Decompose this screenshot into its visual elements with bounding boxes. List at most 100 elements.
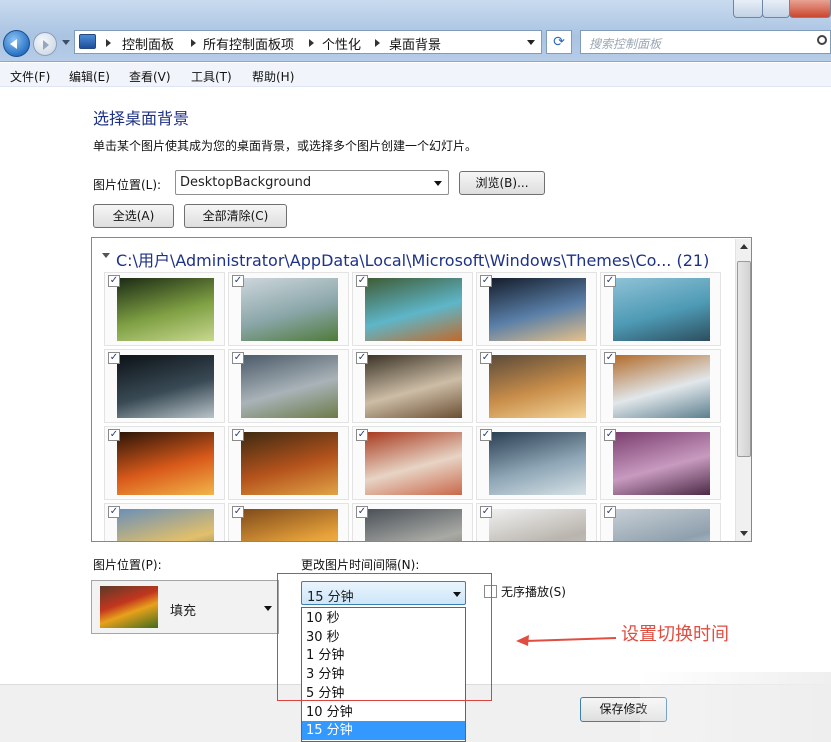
interval-option[interactable]: 15 分钟 <box>302 721 465 741</box>
wallpaper-thumbnail[interactable]: ✓ <box>476 349 597 423</box>
picture-location-select[interactable]: DesktopBackground <box>175 170 449 195</box>
wallpaper-thumbnail[interactable]: ✓ <box>352 426 473 500</box>
address-dropdown-icon[interactable] <box>527 40 535 45</box>
scroll-down-icon[interactable] <box>740 531 748 536</box>
wallpaper-image <box>365 278 462 341</box>
thumbnail-checkbox[interactable]: ✓ <box>232 352 244 364</box>
wallpaper-thumbnail[interactable]: ✓ <box>600 349 721 423</box>
title-bar: 控制面板 所有控制面板项 个性化 桌面背景 ⟳ 搜索控制面板 <box>0 0 831 62</box>
wallpaper-image <box>117 278 214 341</box>
close-button[interactable] <box>789 0 831 18</box>
wallpaper-thumbnail[interactable]: ✓ <box>228 272 349 346</box>
wallpaper-image <box>489 278 586 341</box>
thumbnail-checkbox[interactable]: ✓ <box>108 429 120 441</box>
wallpaper-thumbnail[interactable]: ✓ <box>476 272 597 346</box>
breadcrumb-control-panel[interactable]: 控制面板 <box>122 34 174 53</box>
wallpaper-thumbnail[interactable]: ✓ <box>352 503 473 541</box>
thumbnail-checkbox[interactable]: ✓ <box>604 429 616 441</box>
wallpaper-image <box>117 432 214 495</box>
folder-group-header[interactable]: C:\用户\Administrator\AppData\Local\Micros… <box>116 247 709 271</box>
menu-view[interactable]: 查看(V) <box>129 68 171 85</box>
wallpaper-thumbnail[interactable]: ✓ <box>104 272 225 346</box>
collapse-group-icon[interactable] <box>102 253 110 258</box>
wallpaper-image <box>613 509 710 541</box>
recent-pages-dropdown[interactable] <box>62 40 70 45</box>
picture-location-value: DesktopBackground <box>180 175 312 190</box>
thumbnail-checkbox[interactable]: ✓ <box>480 506 492 518</box>
menu-file[interactable]: 文件(F) <box>10 68 50 85</box>
wallpaper-thumbnail[interactable]: ✓ <box>476 426 597 500</box>
menu-bar: 文件(F) 编辑(E) 查看(V) 工具(T) 帮助(H) <box>0 63 831 87</box>
thumbnail-checkbox[interactable]: ✓ <box>356 352 368 364</box>
thumbnail-checkbox[interactable]: ✓ <box>356 429 368 441</box>
picture-position-select[interactable]: 填充 <box>91 580 279 634</box>
interval-option[interactable]: 10 分钟 <box>302 703 465 722</box>
folder-path: C:\用户\Administrator\AppData\Local\Micros… <box>116 251 672 270</box>
thumbnail-checkbox[interactable]: ✓ <box>232 275 244 287</box>
wallpaper-image <box>365 355 462 418</box>
refresh-icon[interactable]: ⟳ <box>546 30 572 54</box>
wallpaper-image <box>489 432 586 495</box>
wallpaper-image <box>613 355 710 418</box>
scrollbar-thumb[interactable] <box>737 261 751 457</box>
wallpaper-thumbnail[interactable]: ✓ <box>600 426 721 500</box>
thumbnail-checkbox[interactable]: ✓ <box>108 506 120 518</box>
picture-position-label: 图片位置(P): <box>93 558 162 572</box>
wallpaper-image <box>241 509 338 541</box>
menu-tools[interactable]: 工具(T) <box>191 68 232 85</box>
wallpaper-thumbnail[interactable]: ✓ <box>352 349 473 423</box>
breadcrumb-all-items[interactable]: 所有控制面板项 <box>203 34 294 53</box>
breadcrumb-separator-icon <box>309 39 314 47</box>
thumbnail-checkbox[interactable]: ✓ <box>604 352 616 364</box>
search-icon[interactable] <box>817 35 827 45</box>
browse-button[interactable]: 浏览(B)... <box>459 171 545 195</box>
wallpaper-thumbnail[interactable]: ✓ <box>600 503 721 541</box>
thumbnail-checkbox[interactable]: ✓ <box>108 275 120 287</box>
thumbnail-checkbox[interactable]: ✓ <box>232 429 244 441</box>
wallpaper-thumbnail[interactable]: ✓ <box>476 503 597 541</box>
maximize-button[interactable] <box>762 0 790 18</box>
wallpaper-thumbnail[interactable]: ✓ <box>228 426 349 500</box>
breadcrumb-personalization[interactable]: 个性化 <box>322 34 361 53</box>
wallpaper-thumbnail[interactable]: ✓ <box>104 426 225 500</box>
address-bar[interactable]: 控制面板 所有控制面板项 个性化 桌面背景 <box>74 30 542 54</box>
breadcrumb-separator-icon <box>191 39 196 47</box>
back-button[interactable] <box>3 30 30 57</box>
select-all-button[interactable]: 全选(A) <box>93 204 174 228</box>
thumbnail-checkbox[interactable]: ✓ <box>356 275 368 287</box>
back-arrow-icon <box>10 39 17 49</box>
shuffle-label[interactable]: 无序播放(S) <box>501 583 566 600</box>
clear-all-button[interactable]: 全部清除(C) <box>184 204 287 228</box>
menu-edit[interactable]: 编辑(E) <box>69 68 110 85</box>
scroll-up-icon[interactable] <box>740 244 748 249</box>
forward-button[interactable] <box>33 32 57 56</box>
thumbnail-checkbox[interactable]: ✓ <box>356 506 368 518</box>
wallpaper-thumbnail[interactable]: ✓ <box>228 349 349 423</box>
wallpaper-thumbnail[interactable]: ✓ <box>104 503 225 541</box>
wallpaper-thumbnail[interactable]: ✓ <box>352 272 473 346</box>
thumbnail-checkbox[interactable]: ✓ <box>108 352 120 364</box>
vertical-scrollbar[interactable] <box>735 239 751 541</box>
minimize-button[interactable] <box>733 0 763 18</box>
wallpaper-image <box>613 432 710 495</box>
thumbnail-checkbox[interactable]: ✓ <box>480 429 492 441</box>
wallpaper-image <box>365 432 462 495</box>
wallpaper-thumbnail[interactable]: ✓ <box>104 349 225 423</box>
annotation-arrow-icon <box>516 635 616 646</box>
position-preview-image <box>100 586 158 628</box>
thumbnail-checkbox[interactable]: ✓ <box>480 352 492 364</box>
breadcrumb-desktop-background[interactable]: 桌面背景 <box>389 34 441 53</box>
wallpaper-image <box>365 509 462 541</box>
thumbnail-checkbox[interactable]: ✓ <box>480 275 492 287</box>
blur-overlay <box>640 672 831 742</box>
wallpaper-thumbnail[interactable]: ✓ <box>600 272 721 346</box>
wallpaper-thumbnail[interactable]: ✓ <box>228 503 349 541</box>
search-input[interactable]: 搜索控制面板 <box>580 30 831 54</box>
picture-position-value: 填充 <box>170 604 197 619</box>
menu-help[interactable]: 帮助(H) <box>252 68 294 85</box>
wallpaper-image <box>489 509 586 541</box>
thumbnail-checkbox[interactable]: ✓ <box>604 275 616 287</box>
highlight-box <box>277 573 492 701</box>
thumbnail-checkbox[interactable]: ✓ <box>232 506 244 518</box>
thumbnail-checkbox[interactable]: ✓ <box>604 506 616 518</box>
